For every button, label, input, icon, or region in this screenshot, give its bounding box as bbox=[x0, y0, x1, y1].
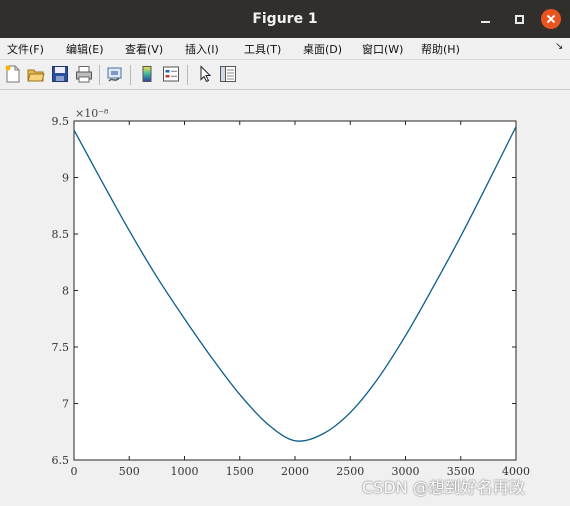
y-tick-label: 8.5 bbox=[52, 228, 70, 241]
minimize-icon bbox=[480, 21, 490, 23]
menu-view[interactable]: 查看(V) bbox=[125, 41, 163, 57]
print-icon[interactable] bbox=[75, 65, 93, 83]
legend-icon[interactable] bbox=[162, 65, 180, 83]
menu-insert[interactable]: 插入(I) bbox=[185, 41, 219, 57]
window-title: Figure 1 bbox=[252, 11, 318, 27]
dock-figure-button[interactable]: ↘ bbox=[555, 41, 563, 52]
property-inspector-icon[interactable] bbox=[219, 65, 237, 83]
close-button[interactable] bbox=[540, 0, 562, 38]
edit-plot-arrow-icon[interactable] bbox=[196, 65, 214, 83]
open-file-icon[interactable] bbox=[27, 65, 45, 83]
new-figure-icon[interactable] bbox=[4, 65, 22, 83]
toolbar bbox=[0, 59, 570, 90]
y-tick-label: 8 bbox=[62, 285, 69, 298]
x-tick-label: 2500 bbox=[336, 465, 364, 478]
save-icon[interactable] bbox=[51, 65, 69, 83]
y-tick-label: 9.5 bbox=[52, 115, 70, 128]
y-tick-label: 7 bbox=[62, 398, 69, 411]
menu-file[interactable]: 文件(F) bbox=[7, 41, 44, 57]
toolbar-separator bbox=[130, 65, 131, 85]
maximize-button[interactable] bbox=[508, 0, 530, 38]
minimize-button[interactable] bbox=[474, 0, 496, 38]
menu-desktop[interactable]: 桌面(D) bbox=[303, 41, 342, 57]
menu-bar: 文件(F) 编辑(E) 查看(V) 插入(I) 工具(T) 桌面(D) 窗口(W… bbox=[0, 38, 570, 59]
axes-box bbox=[73, 120, 517, 461]
maximize-icon bbox=[514, 14, 524, 24]
toolbar-separator bbox=[187, 65, 188, 85]
x-tick-label: 1000 bbox=[171, 465, 199, 478]
menu-window[interactable]: 窗口(W) bbox=[362, 41, 403, 57]
colorbar-icon[interactable] bbox=[138, 65, 156, 83]
y-tick-label: 9 bbox=[62, 172, 69, 185]
menu-help[interactable]: 帮助(H) bbox=[421, 41, 460, 57]
y-tick-label: 6.5 bbox=[52, 454, 70, 467]
y-tick-label: 7.5 bbox=[52, 341, 70, 354]
link-plot-icon[interactable] bbox=[106, 65, 124, 83]
menu-tools[interactable]: 工具(T) bbox=[244, 41, 281, 57]
menu-edit[interactable]: 编辑(E) bbox=[66, 41, 104, 57]
y-axis-exponent-label: ×10⁻⁸ bbox=[75, 107, 109, 120]
figure-canvas: 0 500 1000 1500 2000 2500 3000 3500 4000 6.5 7 7.5 8… bbox=[0, 90, 570, 506]
x-tick-label: 2000 bbox=[281, 465, 309, 478]
toolbar-separator bbox=[99, 65, 100, 85]
x-tick-label: 1500 bbox=[226, 465, 254, 478]
watermark: CSDN @想到好名再改 bbox=[362, 478, 525, 497]
x-tick-label: 500 bbox=[119, 465, 140, 478]
x-tick-label: 0 bbox=[71, 465, 78, 478]
close-icon bbox=[541, 9, 561, 29]
line-chart: 0 500 1000 1500 2000 2500 3000 3500 40006.577.58… bbox=[52, 107, 531, 478]
